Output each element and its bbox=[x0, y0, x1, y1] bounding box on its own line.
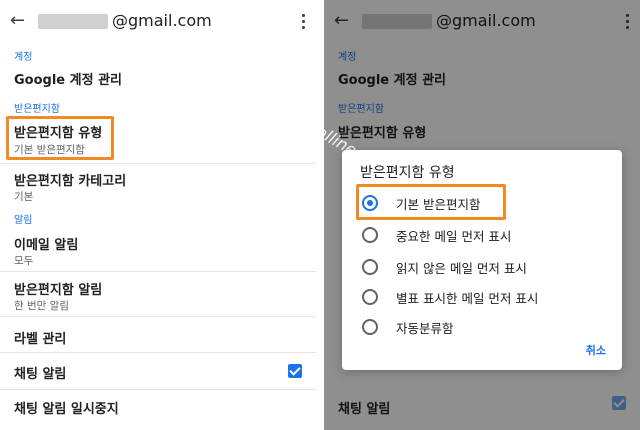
option-label: 중요한 메일 먼저 표시 bbox=[396, 229, 512, 244]
inbox-notification-title[interactable]: 받은편지함 알림 bbox=[14, 279, 102, 298]
divider bbox=[0, 271, 316, 272]
radio-icon[interactable] bbox=[362, 319, 378, 335]
pause-chat-notification[interactable]: 채팅 알림 일시중지 bbox=[14, 398, 119, 417]
inbox-category-value: 기본 bbox=[14, 191, 34, 203]
email-notification-title[interactable]: 이메일 알림 bbox=[14, 234, 78, 253]
divider bbox=[0, 352, 316, 353]
settings-screen-left: ← @gmail.com 계정 Google 계정 관리 받은편지함 받은편지함… bbox=[0, 0, 316, 430]
dialog-title: 받은편지함 유형 bbox=[360, 165, 455, 181]
divider bbox=[0, 389, 316, 390]
option-starred-first[interactable]: 별표 표시한 메일 먼저 표시 bbox=[362, 286, 602, 308]
section-alerts: 알림 bbox=[14, 215, 33, 226]
manage-google-account[interactable]: Google 계정 관리 bbox=[14, 69, 122, 88]
back-arrow-icon[interactable]: ← bbox=[10, 8, 25, 34]
cancel-button[interactable]: 취소 bbox=[586, 342, 606, 358]
highlight-box bbox=[356, 184, 506, 220]
account-email: @gmail.com bbox=[112, 11, 212, 30]
radio-icon[interactable] bbox=[362, 259, 378, 275]
divider bbox=[0, 316, 316, 317]
option-label: 별표 표시한 메일 먼저 표시 bbox=[396, 291, 539, 306]
inbox-notification-value: 한 번만 알림 bbox=[14, 300, 69, 312]
radio-icon[interactable] bbox=[362, 289, 378, 305]
email-notification-value: 모두 bbox=[14, 255, 34, 267]
manage-labels[interactable]: 라벨 관리 bbox=[14, 328, 66, 347]
chat-notification-title[interactable]: 채팅 알림 bbox=[14, 363, 66, 382]
settings-screen-right: ← @gmail.com 계정 Google 계정 관리 받은편지함 받은편지함… bbox=[324, 0, 640, 430]
more-options-icon[interactable] bbox=[302, 14, 306, 32]
chat-notification-checkbox[interactable] bbox=[288, 364, 302, 378]
redacted-username bbox=[38, 14, 108, 29]
option-priority-inbox[interactable]: 자동분류함 bbox=[362, 316, 602, 338]
option-label: 읽지 않은 메일 먼저 표시 bbox=[396, 261, 527, 276]
highlight-box bbox=[6, 116, 114, 160]
app-bar: ← @gmail.com bbox=[0, 0, 316, 44]
panel-gap bbox=[316, 0, 324, 430]
option-unread-first[interactable]: 읽지 않은 메일 먼저 표시 bbox=[362, 256, 602, 278]
inbox-type-dialog: 받은편지함 유형 기본 받은편지함 중요한 메일 먼저 표시 읽지 않은 메일 … bbox=[342, 150, 622, 370]
option-label: 자동분류함 bbox=[396, 321, 454, 336]
inbox-category-title[interactable]: 받은편지함 카테고리 bbox=[14, 170, 126, 189]
divider bbox=[0, 163, 316, 164]
section-account: 계정 bbox=[14, 52, 33, 63]
section-inbox: 받은편지함 bbox=[14, 104, 60, 115]
radio-icon[interactable] bbox=[362, 227, 378, 243]
option-important-first[interactable]: 중요한 메일 먼저 표시 bbox=[362, 224, 602, 246]
